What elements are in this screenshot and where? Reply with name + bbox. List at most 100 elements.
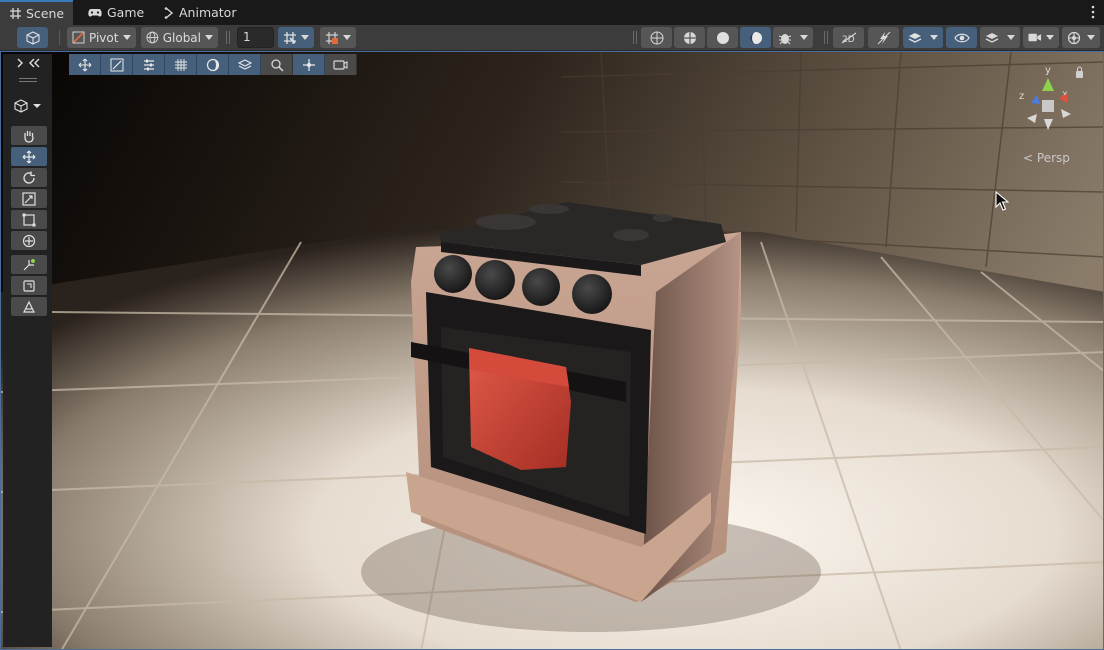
separator: [59, 30, 60, 45]
rect-tool-button[interactable]: [11, 210, 47, 229]
hand-tool-button[interactable]: [11, 126, 47, 145]
scene-visibility-button[interactable]: [946, 27, 977, 48]
pivot-icon: [72, 31, 85, 44]
lighting-toggle-button[interactable]: [868, 27, 899, 48]
grid-icon: [174, 58, 187, 71]
layers-effects-icon: [908, 32, 922, 43]
solid-sphere-icon: [716, 31, 729, 44]
tab-bar: Scene Game Animator: [0, 0, 1104, 25]
tool-context-dropdown[interactable]: [14, 98, 44, 114]
chevron-down-icon: [123, 35, 131, 40]
lit-shading-button[interactable]: [740, 27, 771, 48]
pivot-point-icon: [23, 258, 35, 270]
lock-icon[interactable]: [1076, 71, 1083, 78]
tab-animator[interactable]: Animator: [164, 0, 236, 25]
orientation-gizmo[interactable]: y x z: [1013, 62, 1093, 136]
drag-handle[interactable]: [19, 78, 37, 82]
layers-overlay-button[interactable]: [229, 54, 261, 75]
chevron-down-icon: [1007, 35, 1015, 40]
scene-viewport[interactable]: y x z < Persp: [0, 51, 1104, 650]
overlay-toolbar: [69, 54, 357, 75]
chevron-down-icon: [205, 35, 213, 40]
custom-tool-button[interactable]: [11, 255, 47, 274]
wireframe-sphere-icon: [650, 31, 663, 44]
chevron-down-icon: [343, 35, 351, 40]
rotate-tool-button[interactable]: [11, 168, 47, 187]
cameras-overlay-button[interactable]: [325, 54, 357, 75]
chevron-down-icon: [1046, 35, 1054, 40]
camera-projection-toggle[interactable]: < Persp: [1023, 151, 1070, 165]
shaded-wireframe-button[interactable]: [674, 27, 705, 48]
global-label: Global: [162, 30, 201, 45]
sliders-icon: [143, 59, 154, 70]
globe-icon: [146, 31, 159, 44]
gizmos-dropdown[interactable]: [1062, 27, 1100, 48]
box-collider-icon: [23, 279, 35, 292]
2d-mode-icon: 2D: [841, 32, 856, 44]
chevron-down-icon: [1087, 35, 1095, 40]
snap-overlay-button[interactable]: [101, 54, 133, 75]
lit-sphere-icon: [206, 58, 219, 71]
rotate-icon: [23, 171, 35, 184]
layers-icon: [237, 58, 252, 70]
shaded-button[interactable]: [707, 27, 738, 48]
nav-agent-icon: [23, 300, 35, 313]
search-overlay-button[interactable]: [261, 54, 293, 75]
toolbar-grip: [226, 31, 230, 44]
move-arrows-icon: [78, 58, 91, 71]
move-tool-button[interactable]: [11, 147, 47, 166]
collapse-toolbar-icon[interactable]: [14, 57, 42, 69]
navmesh-tool-button[interactable]: [11, 297, 47, 316]
scene-render: [1, 52, 1103, 649]
debug-draw-mode-dropdown[interactable]: [773, 27, 813, 48]
bug-icon: [778, 33, 792, 44]
transform-tool-button[interactable]: [11, 231, 47, 250]
scale-tool-button[interactable]: [11, 189, 47, 208]
tab-scene[interactable]: Scene: [0, 0, 73, 25]
grid-snapping-button[interactable]: [278, 27, 314, 48]
increment-snap-button[interactable]: [320, 27, 356, 48]
eye-icon: [953, 33, 970, 42]
move-handles-overlay-button[interactable]: [69, 54, 101, 75]
grid-snap-increment-input[interactable]: 1: [237, 27, 274, 48]
search-icon: [270, 58, 284, 72]
rect-transform-icon: [22, 213, 36, 226]
gizmo-globe-icon: [1067, 31, 1081, 44]
grid-overlay-button[interactable]: [165, 54, 197, 75]
chevron-down-icon: [800, 35, 808, 40]
lit-sphere-icon: [749, 31, 762, 44]
transform-icon: [22, 234, 36, 247]
pivot-label: Pivot: [89, 30, 119, 45]
chevron-down-icon: [930, 35, 938, 40]
gizmo-z-label: z: [1019, 91, 1024, 102]
animator-icon: [164, 6, 174, 19]
more-options-icon[interactable]: [1091, 5, 1095, 19]
grid-snap-icon: [326, 31, 338, 44]
toolbar-grip: [633, 31, 637, 44]
snap-grid-icon: [110, 58, 123, 71]
hand-icon: [24, 130, 34, 143]
tools-panel: [3, 54, 52, 647]
tool-settings-overlay-button[interactable]: [133, 54, 165, 75]
2d-toggle-button[interactable]: 2D: [833, 27, 864, 48]
layers-icon: [985, 32, 999, 43]
gamepad-icon: [88, 8, 102, 17]
global-dropdown[interactable]: Global: [141, 27, 218, 48]
wireframe-shading-button[interactable]: [641, 27, 672, 48]
camera-settings-dropdown[interactable]: [1023, 27, 1059, 48]
tab-label: Animator: [179, 5, 237, 20]
orientation-gizmo-icon: [302, 58, 315, 71]
effects-dropdown[interactable]: [903, 27, 943, 48]
tab-label: Scene: [26, 6, 65, 21]
draw-mode-button[interactable]: [17, 27, 48, 48]
layers-dropdown[interactable]: [980, 27, 1020, 48]
gizmo-y-label: y: [1045, 65, 1051, 76]
scale-icon: [22, 191, 36, 206]
mouse-cursor-icon: [995, 191, 1009, 211]
pivot-dropdown[interactable]: Pivot: [67, 27, 136, 48]
probe-tool-button[interactable]: [11, 276, 47, 295]
tab-game[interactable]: Game: [88, 0, 144, 25]
orientation-overlay-button[interactable]: [293, 54, 325, 75]
persp-chevron-icon: <: [1023, 151, 1034, 165]
lighting-overlay-button[interactable]: [197, 54, 229, 75]
